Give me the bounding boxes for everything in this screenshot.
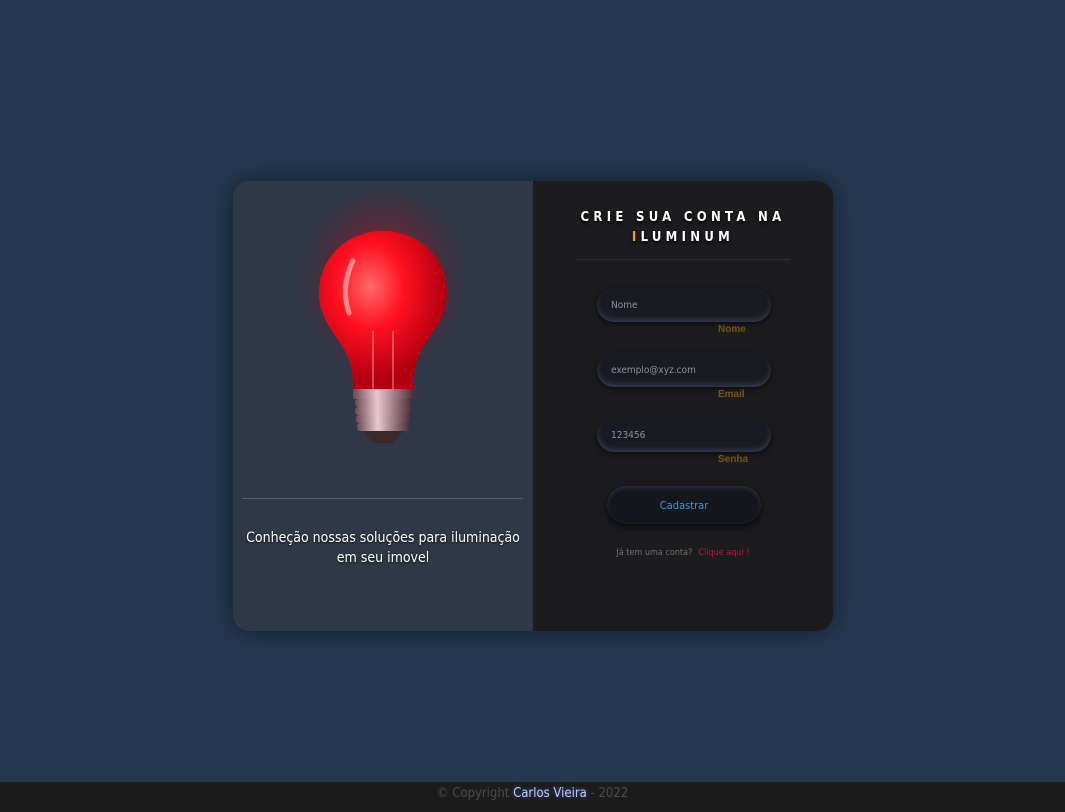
email-label: Email: [718, 389, 745, 400]
login-prompt-text: Já tem uma conta?: [616, 548, 693, 558]
footer-author-link[interactable]: Carlos Vieira: [513, 786, 587, 801]
form-title-divider: [576, 259, 790, 260]
footer-year: - 2022: [590, 786, 629, 801]
form-title-rest: LUMINUM: [640, 230, 735, 245]
hero-panel: Conheção nossas soluções para iluminação…: [233, 181, 533, 631]
form-panel: CRIE SUA CONTA NA ILUMINUM Nome Email Se…: [533, 181, 833, 631]
name-input[interactable]: [597, 288, 771, 322]
signup-card: Conheção nossas soluções para iluminação…: [233, 181, 833, 631]
lightbulb-image: [288, 191, 478, 471]
password-label: Senha: [718, 454, 749, 465]
login-prompt: Já tem uma conta? Clique aqui !: [533, 548, 833, 558]
password-input[interactable]: [597, 418, 771, 452]
form-title-line1: CRIE SUA CONTA NA: [580, 210, 786, 225]
hero-tagline: Conheção nossas soluções para iluminação…: [246, 530, 520, 566]
footer: © Copyright Carlos Vieira - 2022: [0, 782, 1065, 812]
login-link[interactable]: Clique aqui !: [698, 548, 749, 558]
submit-button[interactable]: Cadastrar: [607, 486, 761, 524]
hero-divider: [242, 498, 523, 499]
email-input[interactable]: [597, 353, 771, 387]
form-title-accent: I: [631, 230, 641, 245]
form-title: CRIE SUA CONTA NA ILUMINUM: [533, 208, 833, 248]
name-label: Nome: [718, 324, 746, 335]
footer-copyright: © Copyright: [436, 786, 510, 801]
